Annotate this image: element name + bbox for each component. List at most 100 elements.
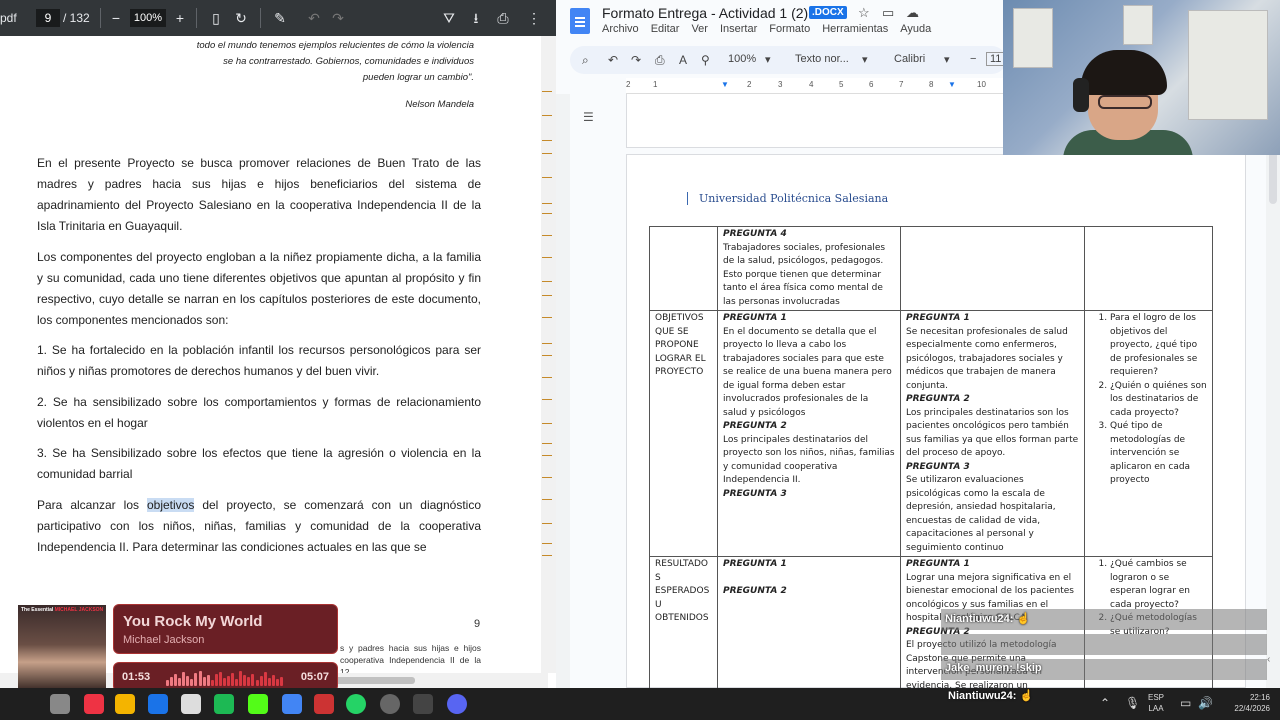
document-page[interactable]: Universidad Politécnica Salesiana PREGUN… <box>626 154 1246 688</box>
font-select[interactable]: Calibri <box>894 53 925 65</box>
table-cell[interactable] <box>1084 226 1213 311</box>
language-indicator[interactable]: ESP LAA <box>1148 692 1164 714</box>
docs-vertical-scrollbar[interactable] <box>1266 94 1280 688</box>
row-label-cell[interactable]: OBJETIVOS QUE SE PROPONE LOGRAR EL PROYE… <box>649 310 718 557</box>
obs-icon[interactable] <box>380 694 400 714</box>
page-number-input[interactable]: 9 <box>36 9 60 27</box>
fit-page-icon[interactable]: ▯ <box>206 8 226 28</box>
webcam-overlay <box>1003 0 1280 155</box>
search-hit-marker <box>542 281 552 282</box>
print-icon[interactable]: ⎙ <box>655 53 665 68</box>
waveform-progress[interactable] <box>166 670 284 686</box>
search-hit-marker <box>542 499 552 500</box>
paint-format-icon[interactable]: ⚲ <box>701 53 710 67</box>
redo-icon[interactable]: ↷ <box>328 8 348 28</box>
add-to-drive-icon[interactable]: ⛛ <box>439 8 459 28</box>
document-outline-icon[interactable]: ☰ <box>583 110 594 124</box>
horizontal-ruler[interactable]: 2 1 ▼ 2 3 4 5 6 7 8 ▼ 10 <box>626 78 1006 94</box>
system-clock[interactable]: 22:16 22/4/2026 <box>1218 692 1270 714</box>
zoom-in-icon[interactable]: + <box>170 8 190 28</box>
menu-herramientas[interactable]: Herramientas <box>822 23 888 35</box>
cloud-status-icon[interactable]: ☁ <box>906 5 919 21</box>
zoom-out-icon[interactable]: − <box>106 8 126 28</box>
file-explorer-icon[interactable] <box>115 694 135 714</box>
table-cell[interactable] <box>900 226 1085 311</box>
redo-icon[interactable]: ↷ <box>631 53 641 67</box>
app-icon[interactable] <box>181 694 201 714</box>
song-artist: Michael Jackson <box>123 634 205 646</box>
whatsapp-icon[interactable] <box>346 694 366 714</box>
menu-archivo[interactable]: Archivo <box>602 23 639 35</box>
more-options-icon[interactable]: ⋮ <box>524 8 544 28</box>
network-icon[interactable]: ▭ <box>1180 696 1191 710</box>
volume-icon[interactable]: 🔊 <box>1198 696 1213 710</box>
search-icon[interactable]: ⌕ <box>582 53 589 68</box>
document-title[interactable]: Formato Entrega - Actividad 1 (2) <box>602 5 808 21</box>
quote-line: se ha contrarrestado. Gobiernos, comunid… <box>223 56 474 67</box>
spellcheck-icon[interactable]: A <box>679 53 687 67</box>
right-indent-marker-icon[interactable]: ▼ <box>948 80 956 89</box>
table-cell[interactable]: PREGUNTA 1 PREGUNTA 2 <box>717 556 901 688</box>
waveform-bar <box>259 676 263 686</box>
menu-insertar[interactable]: Insertar <box>720 23 757 35</box>
table-cell[interactable]: Para el logro de los objetivos del proye… <box>1084 310 1213 557</box>
app-icon[interactable] <box>413 694 433 714</box>
print-icon[interactable]: ⎙ <box>493 8 513 28</box>
song-title: You Rock My World <box>123 613 263 630</box>
indent-marker-icon[interactable]: ▼ <box>721 80 729 89</box>
chevron-left-icon[interactable]: ‹ <box>1267 654 1270 665</box>
mic-icon[interactable]: 🎙 <box>1125 696 1140 710</box>
wall-poster <box>1188 10 1268 120</box>
annotate-icon[interactable]: ✎ <box>270 8 290 28</box>
docs-logo-icon[interactable] <box>570 8 590 34</box>
search-hit-marker <box>542 423 552 424</box>
glasses <box>1098 95 1152 109</box>
question-heading: PREGUNTA 2 <box>723 421 787 431</box>
waveform-bar <box>190 679 194 686</box>
waveform-bar <box>198 671 202 686</box>
table-cell[interactable]: PREGUNTA 4 Trabajadores sociales, profes… <box>717 226 901 311</box>
chrome-icon[interactable] <box>282 694 302 714</box>
discord-icon[interactable] <box>447 694 467 714</box>
pdf-page: todo el mundo tenemos ejemplos relucient… <box>0 36 548 688</box>
search-hit-marker <box>542 257 552 258</box>
search-hit-marker <box>542 523 552 524</box>
spotify-icon[interactable] <box>214 694 234 714</box>
row-label-cell[interactable]: RESULTADO S ESPERADOS U OBTENIDOS <box>649 556 718 688</box>
move-folder-icon[interactable]: ▭ <box>882 5 894 21</box>
highlighted-word[interactable]: objetivos <box>146 498 195 512</box>
download-icon[interactable]: ⭳ <box>466 8 486 28</box>
menu-ayuda[interactable]: Ayuda <box>900 23 931 35</box>
clock-time: 22:16 <box>1249 693 1270 702</box>
table-cell[interactable]: PREGUNTA 1 En el documento se detalla qu… <box>717 310 901 557</box>
waveform-bar <box>243 675 247 686</box>
chat-username: Niantiuwu24: <box>948 690 1017 702</box>
menu-ver[interactable]: Ver <box>691 23 708 35</box>
list-item: Qué tipo de metodologías de intervención… <box>1110 420 1207 488</box>
font-size-decrease-icon[interactable]: − <box>970 53 976 65</box>
ruler-number: 6 <box>869 80 874 89</box>
star-icon[interactable]: ☆ <box>858 5 870 21</box>
ruler-number: 4 <box>809 80 814 89</box>
table-cell[interactable]: PREGUNTA 1 Se necesitan profesionales de… <box>900 310 1085 557</box>
menu-formato[interactable]: Formato <box>769 23 810 35</box>
app-icon[interactable] <box>248 694 268 714</box>
zoom-input[interactable]: 100% <box>130 9 166 27</box>
zoom-select[interactable]: 100% <box>728 53 756 65</box>
chevron-up-icon[interactable]: ⌃ <box>1100 696 1110 710</box>
waveform-bar <box>218 672 222 686</box>
undo-icon[interactable]: ↶ <box>304 8 324 28</box>
app-icon[interactable] <box>84 694 104 714</box>
table-cell[interactable] <box>649 226 718 311</box>
chat-message: Jake_muren: !skip <box>941 659 1267 680</box>
edge-icon[interactable] <box>148 694 168 714</box>
album-label: The Essential MICHAEL JACKSON <box>21 607 103 613</box>
style-select[interactable]: Texto nor... <box>795 53 849 65</box>
app-icon[interactable] <box>314 694 334 714</box>
rotate-icon[interactable]: ↻ <box>231 8 251 28</box>
task-view-icon[interactable] <box>50 694 70 714</box>
question-heading: PREGUNTA 1 <box>906 313 970 323</box>
menu-editar[interactable]: Editar <box>651 23 680 35</box>
undo-icon[interactable]: ↶ <box>608 53 618 67</box>
